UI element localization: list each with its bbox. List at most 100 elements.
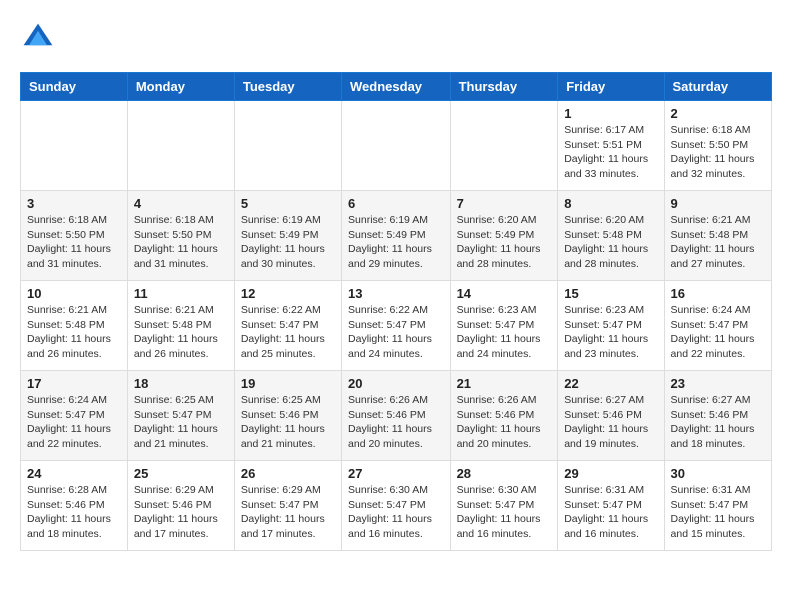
day-cell-5: 5 Sunrise: 6:19 AMSunset: 5:49 PMDaylight… xyxy=(234,191,341,281)
day-info: Sunrise: 6:29 AMSunset: 5:47 PMDaylight:… xyxy=(241,483,335,542)
day-number: 3 xyxy=(27,196,121,211)
day-info: Sunrise: 6:28 AMSunset: 5:46 PMDaylight:… xyxy=(27,483,121,542)
day-cell-20: 20 Sunrise: 6:26 AMSunset: 5:46 PMDayligh… xyxy=(342,371,451,461)
day-info: Sunrise: 6:25 AMSunset: 5:46 PMDaylight:… xyxy=(241,393,335,452)
day-info: Sunrise: 6:30 AMSunset: 5:47 PMDaylight:… xyxy=(457,483,552,542)
day-info: Sunrise: 6:17 AMSunset: 5:51 PMDaylight:… xyxy=(564,123,657,182)
empty-cell xyxy=(450,101,558,191)
day-info: Sunrise: 6:25 AMSunset: 5:47 PMDaylight:… xyxy=(134,393,228,452)
day-number: 4 xyxy=(134,196,228,211)
page-header xyxy=(20,20,772,56)
day-number: 5 xyxy=(241,196,335,211)
week-row-5: 24 Sunrise: 6:28 AMSunset: 5:46 PMDayligh… xyxy=(21,461,772,551)
day-number: 7 xyxy=(457,196,552,211)
day-info: Sunrise: 6:27 AMSunset: 5:46 PMDaylight:… xyxy=(564,393,657,452)
day-cell-12: 12Sunrise: 6:22 AMSunset: 5:47 PMDayligh… xyxy=(234,281,341,371)
day-info: Sunrise: 6:18 AMSunset: 5:50 PMDaylight:… xyxy=(134,213,228,272)
day-info: Sunrise: 6:26 AMSunset: 5:46 PMDaylight:… xyxy=(457,393,552,452)
day-number: 27 xyxy=(348,466,444,481)
day-number: 30 xyxy=(671,466,765,481)
day-number: 24 xyxy=(27,466,121,481)
day-cell-1: 1 Sunrise: 6:17 AMSunset: 5:51 PMDaylight… xyxy=(558,101,664,191)
day-cell-28: 28 Sunrise: 6:30 AMSunset: 5:47 PMDayligh… xyxy=(450,461,558,551)
day-header-saturday: Saturday xyxy=(664,73,771,101)
day-info: Sunrise: 6:24 AMSunset: 5:47 PMDaylight:… xyxy=(27,393,121,452)
day-number: 8 xyxy=(564,196,657,211)
day-cell-7: 7 Sunrise: 6:20 AMSunset: 5:49 PMDaylight… xyxy=(450,191,558,281)
day-info: Sunrise: 6:23 AMSunset: 5:47 PMDaylight:… xyxy=(564,303,657,362)
empty-cell xyxy=(127,101,234,191)
day-info: Sunrise: 6:30 AMSunset: 5:47 PMDaylight:… xyxy=(348,483,444,542)
week-row-1: 1 Sunrise: 6:17 AMSunset: 5:51 PMDaylight… xyxy=(21,101,772,191)
day-info: Sunrise: 6:23 AMSunset: 5:47 PMDaylight:… xyxy=(457,303,552,362)
day-number: 26 xyxy=(241,466,335,481)
day-cell-15: 15 Sunrise: 6:23 AMSunset: 5:47 PMDayligh… xyxy=(558,281,664,371)
day-cell-23: 23Sunrise: 6:27 AMSunset: 5:46 PMDayligh… xyxy=(664,371,771,461)
day-cell-13: 13 Sunrise: 6:22 AMSunset: 5:47 PMDayligh… xyxy=(342,281,451,371)
day-cell-29: 29 Sunrise: 6:31 AMSunset: 5:47 PMDayligh… xyxy=(558,461,664,551)
day-cell-30: 30Sunrise: 6:31 AMSunset: 5:47 PMDayligh… xyxy=(664,461,771,551)
day-number: 21 xyxy=(457,376,552,391)
day-number: 23 xyxy=(671,376,765,391)
day-number: 15 xyxy=(564,286,657,301)
week-row-3: 10 Sunrise: 6:21 AMSunset: 5:48 PMDayligh… xyxy=(21,281,772,371)
day-number: 18 xyxy=(134,376,228,391)
day-cell-2: 2 Sunrise: 6:18 AMSunset: 5:50 PMDaylight… xyxy=(664,101,771,191)
day-header-wednesday: Wednesday xyxy=(342,73,451,101)
day-header-sunday: Sunday xyxy=(21,73,128,101)
day-number: 9 xyxy=(671,196,765,211)
day-number: 25 xyxy=(134,466,228,481)
day-cell-18: 18 Sunrise: 6:25 AMSunset: 5:47 PMDayligh… xyxy=(127,371,234,461)
day-number: 2 xyxy=(671,106,765,121)
day-cell-4: 4 Sunrise: 6:18 AMSunset: 5:50 PMDaylight… xyxy=(127,191,234,281)
day-info: Sunrise: 6:22 AMSunset: 5:47 PMDaylight:… xyxy=(241,303,335,362)
day-cell-24: 24 Sunrise: 6:28 AMSunset: 5:46 PMDayligh… xyxy=(21,461,128,551)
day-info: Sunrise: 6:22 AMSunset: 5:47 PMDaylight:… xyxy=(348,303,444,362)
day-cell-17: 17 Sunrise: 6:24 AMSunset: 5:47 PMDayligh… xyxy=(21,371,128,461)
day-cell-19: 19Sunrise: 6:25 AMSunset: 5:46 PMDayligh… xyxy=(234,371,341,461)
day-info: Sunrise: 6:18 AMSunset: 5:50 PMDaylight:… xyxy=(27,213,121,272)
day-number: 20 xyxy=(348,376,444,391)
day-cell-11: 11 Sunrise: 6:21 AMSunset: 5:48 PMDayligh… xyxy=(127,281,234,371)
day-info: Sunrise: 6:19 AMSunset: 5:49 PMDaylight:… xyxy=(241,213,335,272)
day-info: Sunrise: 6:21 AMSunset: 5:48 PMDaylight:… xyxy=(134,303,228,362)
day-header-tuesday: Tuesday xyxy=(234,73,341,101)
day-cell-22: 22 Sunrise: 6:27 AMSunset: 5:46 PMDayligh… xyxy=(558,371,664,461)
days-header-row: SundayMondayTuesdayWednesdayThursdayFrid… xyxy=(21,73,772,101)
day-number: 22 xyxy=(564,376,657,391)
day-info: Sunrise: 6:21 AMSunset: 5:48 PMDaylight:… xyxy=(27,303,121,362)
day-number: 14 xyxy=(457,286,552,301)
logo-icon xyxy=(20,20,56,56)
day-cell-10: 10 Sunrise: 6:21 AMSunset: 5:48 PMDayligh… xyxy=(21,281,128,371)
empty-cell xyxy=(234,101,341,191)
day-info: Sunrise: 6:18 AMSunset: 5:50 PMDaylight:… xyxy=(671,123,765,182)
day-number: 11 xyxy=(134,286,228,301)
day-number: 1 xyxy=(564,106,657,121)
empty-cell xyxy=(342,101,451,191)
day-info: Sunrise: 6:26 AMSunset: 5:46 PMDaylight:… xyxy=(348,393,444,452)
day-header-friday: Friday xyxy=(558,73,664,101)
day-number: 10 xyxy=(27,286,121,301)
day-number: 17 xyxy=(27,376,121,391)
day-number: 29 xyxy=(564,466,657,481)
week-row-4: 17 Sunrise: 6:24 AMSunset: 5:47 PMDayligh… xyxy=(21,371,772,461)
calendar-table: SundayMondayTuesdayWednesdayThursdayFrid… xyxy=(20,72,772,551)
day-number: 28 xyxy=(457,466,552,481)
day-cell-8: 8Sunrise: 6:20 AMSunset: 5:48 PMDaylight… xyxy=(558,191,664,281)
day-number: 13 xyxy=(348,286,444,301)
day-cell-6: 6Sunrise: 6:19 AMSunset: 5:49 PMDaylight… xyxy=(342,191,451,281)
day-info: Sunrise: 6:21 AMSunset: 5:48 PMDaylight:… xyxy=(671,213,765,272)
day-cell-14: 14 Sunrise: 6:23 AMSunset: 5:47 PMDayligh… xyxy=(450,281,558,371)
day-cell-16: 16Sunrise: 6:24 AMSunset: 5:47 PMDayligh… xyxy=(664,281,771,371)
day-cell-27: 27 Sunrise: 6:30 AMSunset: 5:47 PMDayligh… xyxy=(342,461,451,551)
day-info: Sunrise: 6:20 AMSunset: 5:49 PMDaylight:… xyxy=(457,213,552,272)
day-info: Sunrise: 6:24 AMSunset: 5:47 PMDaylight:… xyxy=(671,303,765,362)
day-cell-3: 3 Sunrise: 6:18 AMSunset: 5:50 PMDaylight… xyxy=(21,191,128,281)
empty-cell xyxy=(21,101,128,191)
logo xyxy=(20,20,60,56)
day-cell-9: 9 Sunrise: 6:21 AMSunset: 5:48 PMDaylight… xyxy=(664,191,771,281)
day-cell-21: 21 Sunrise: 6:26 AMSunset: 5:46 PMDayligh… xyxy=(450,371,558,461)
day-cell-25: 25Sunrise: 6:29 AMSunset: 5:46 PMDayligh… xyxy=(127,461,234,551)
day-info: Sunrise: 6:19 AMSunset: 5:49 PMDaylight:… xyxy=(348,213,444,272)
day-info: Sunrise: 6:31 AMSunset: 5:47 PMDaylight:… xyxy=(564,483,657,542)
